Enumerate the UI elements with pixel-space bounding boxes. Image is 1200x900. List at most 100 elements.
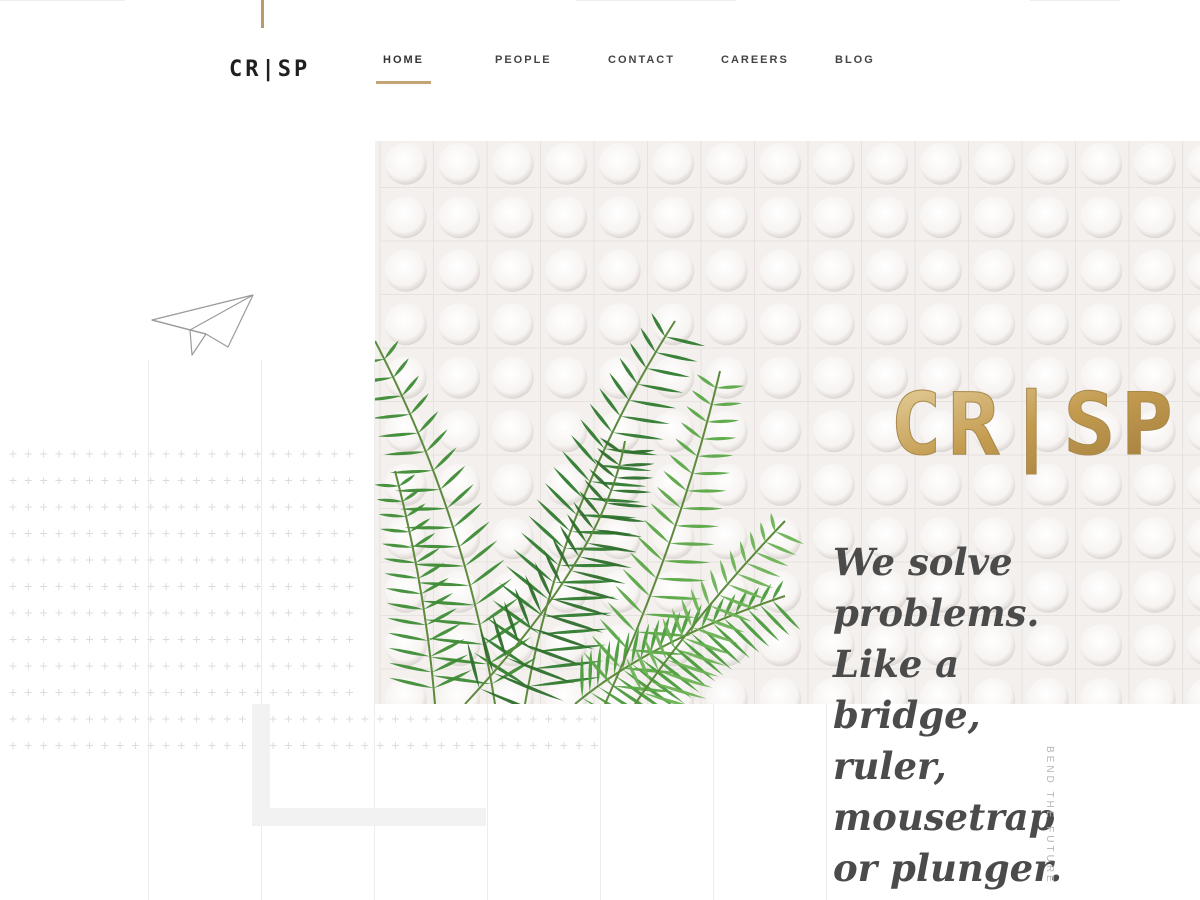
plus-mark (468, 742, 476, 749)
plus-mark (147, 530, 155, 537)
plus-mark (177, 609, 185, 617)
plus-mark (116, 636, 124, 643)
wall-disc (866, 142, 909, 185)
plus-mark (499, 742, 507, 749)
plus-mark (86, 609, 93, 617)
plus-mark (55, 530, 63, 537)
plus-mark (392, 742, 399, 749)
plus-mark (392, 715, 399, 723)
plus-mark (24, 503, 32, 511)
plus-mark (315, 609, 323, 617)
plus-mark (24, 662, 32, 670)
wall-disc (759, 303, 802, 346)
plus-mark (55, 636, 63, 643)
plus-mark (162, 715, 170, 723)
nav-contact[interactable]: CONTACT (608, 54, 675, 66)
top-accent-bar (261, 0, 264, 28)
plus-mark (101, 742, 109, 749)
wall-disc (491, 196, 534, 239)
wall-disc (491, 410, 534, 453)
plus-mark (147, 583, 155, 590)
plus-mark (70, 530, 78, 537)
wall-disc (652, 570, 695, 613)
plus-mark (9, 530, 17, 537)
plus-mark (269, 530, 277, 537)
wall-disc (384, 303, 427, 346)
plus-mark (101, 530, 109, 537)
plus-mark (116, 530, 124, 537)
wall-disc (705, 249, 748, 292)
plus-mark (131, 583, 139, 590)
headline-line: mousetrap (833, 795, 1055, 839)
wall-disc (598, 356, 641, 399)
wall-disc (812, 410, 855, 453)
plus-mark (239, 609, 246, 617)
plus-mark (300, 742, 308, 749)
plus-mark (330, 636, 338, 643)
plus-mark (86, 636, 93, 643)
plus-mark (284, 609, 292, 617)
nav-home[interactable]: HOME (383, 54, 424, 66)
plus-mark (86, 530, 93, 537)
nav-blog[interactable]: BLOG (835, 54, 875, 66)
logo[interactable]: CR|SP (229, 57, 310, 82)
plus-mark (284, 636, 292, 643)
nav-people[interactable]: PEOPLE (495, 54, 552, 66)
plus-mark (376, 742, 384, 749)
plus-mark (437, 742, 445, 749)
wall-disc (1026, 196, 1069, 239)
plus-mark (40, 477, 48, 484)
plus-mark (9, 503, 17, 511)
plus-mark (499, 715, 507, 723)
wall-disc (545, 356, 588, 399)
plus-mark (330, 477, 338, 484)
plus-mark (147, 556, 155, 564)
plus-mark (330, 662, 338, 670)
plus-mark (193, 742, 201, 749)
grid-line (713, 704, 714, 900)
plus-mark (284, 715, 292, 723)
wall-disc (812, 142, 855, 185)
plus-mark (269, 662, 277, 670)
plus-mark (269, 477, 277, 484)
plus-mark (9, 477, 17, 484)
plus-mark (361, 742, 369, 749)
nav-careers[interactable]: CAREERS (721, 54, 789, 66)
plus-mark (131, 662, 139, 670)
wall-disc (491, 356, 534, 399)
plus-mark (116, 450, 124, 458)
wall-disc (1133, 303, 1176, 346)
hero-headline: We solve problems. Like a bridge, ruler,… (833, 537, 1062, 894)
wall-disc (812, 196, 855, 239)
plus-mark (529, 742, 537, 749)
plus-mark (70, 689, 78, 696)
plus-mark (208, 715, 216, 723)
plus-mark (116, 503, 124, 511)
plus-mark (330, 450, 338, 458)
plus-mark (315, 636, 323, 643)
plus-mark (131, 715, 139, 723)
wall-disc (545, 196, 588, 239)
plus-mark (193, 503, 201, 511)
wall-disc (759, 249, 802, 292)
plus-mark (193, 583, 201, 590)
active-nav-indicator (376, 81, 431, 84)
plus-mark (254, 503, 262, 511)
plus-mark (208, 530, 216, 537)
plus-mark (40, 689, 48, 696)
wall-disc (438, 570, 481, 613)
plus-mark (284, 450, 292, 458)
wall-disc (652, 196, 695, 239)
plus-mark (483, 742, 491, 749)
wall-disc (759, 410, 802, 453)
wall-disc (491, 463, 534, 506)
plus-mark (55, 689, 63, 696)
plus-mark (9, 556, 17, 564)
plus-mark (208, 609, 216, 617)
plus-mark (70, 583, 78, 590)
plus-mark (162, 477, 170, 484)
plus-mark (330, 609, 338, 617)
plus-mark (223, 609, 231, 617)
wall-disc (759, 624, 802, 667)
plus-mark (86, 583, 93, 590)
